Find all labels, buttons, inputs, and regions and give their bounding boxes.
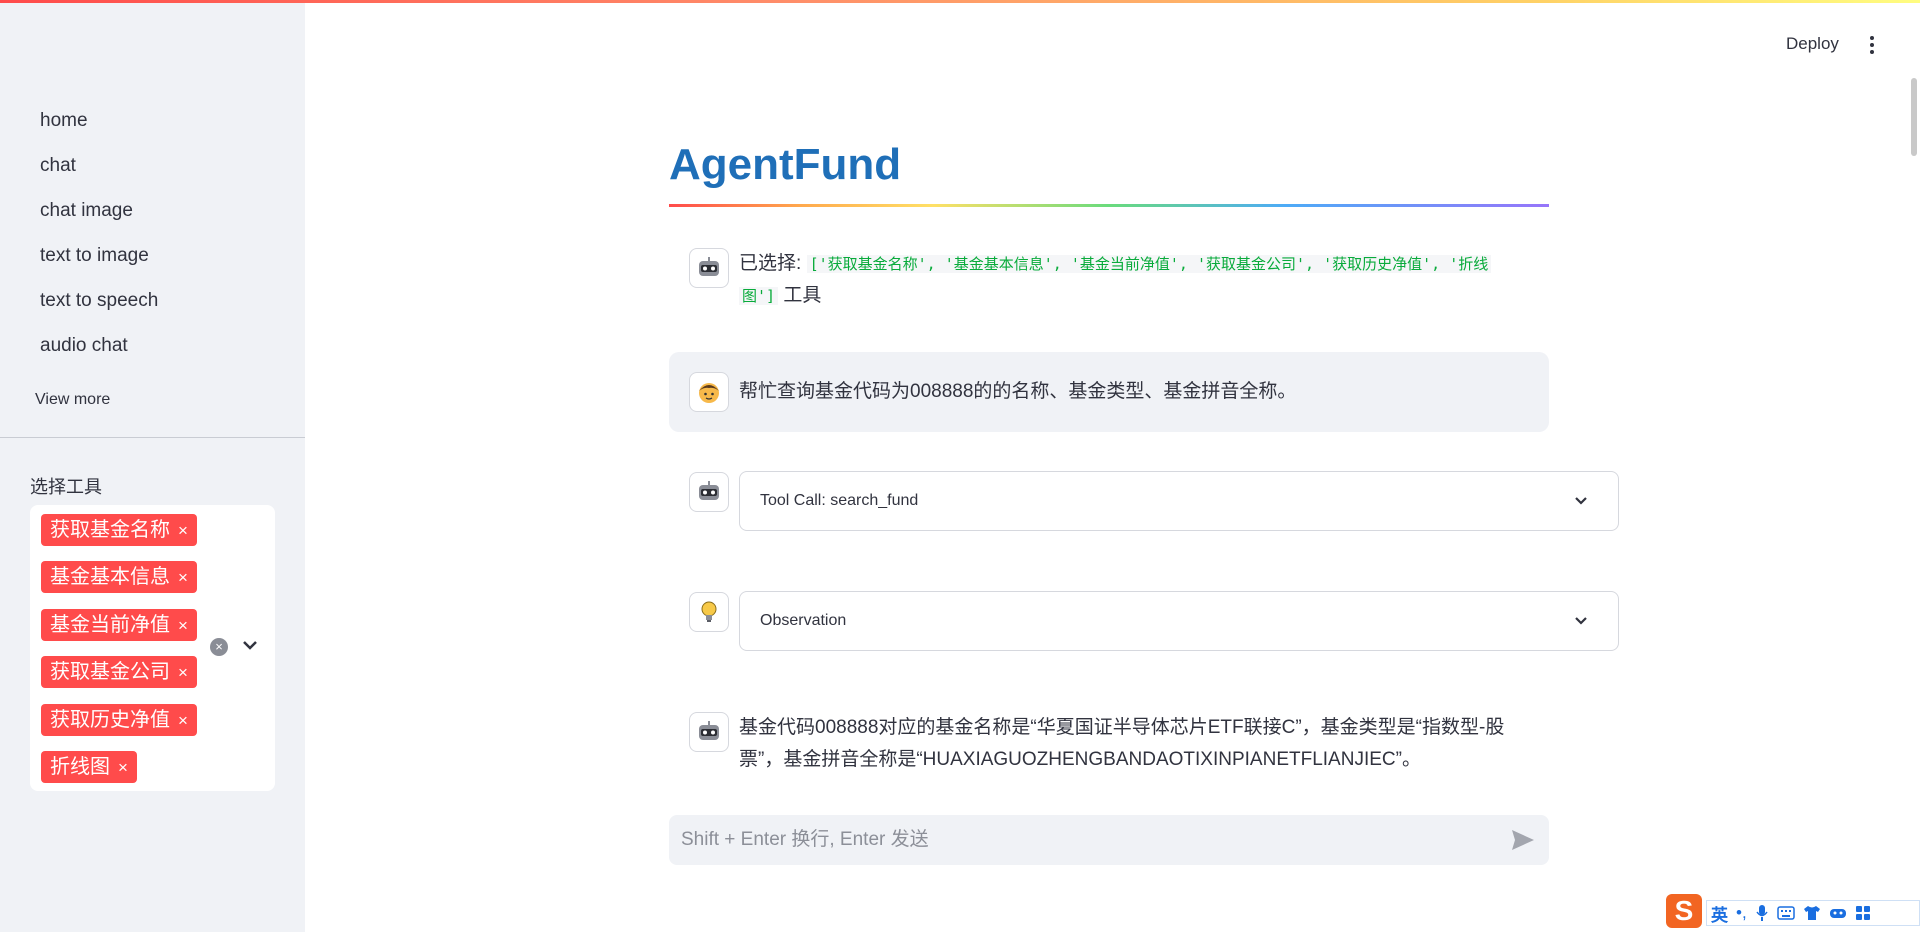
tool-tag: 基金基本信息 × — [41, 561, 197, 593]
microphone-icon[interactable] — [1755, 904, 1769, 922]
remove-tag-icon[interactable]: × — [178, 663, 188, 682]
remove-tag-icon[interactable]: × — [178, 711, 188, 730]
tools-select-label: 选择工具 — [30, 477, 102, 497]
assistant-answer-line2: 票”，基金拼音全称是“HUAXIAGUOZHENGBANDAOTIXINPIAN… — [739, 749, 1421, 770]
sidebar-item-chat[interactable]: chat — [40, 155, 76, 177]
robot-icon — [699, 721, 719, 740]
ime-punctuation-toggle[interactable]: •, — [1736, 903, 1747, 923]
chevron-down-icon — [1575, 497, 1587, 505]
bot-avatar — [689, 472, 729, 512]
assistant-answer-line1: 基金代码008888对应的基金名称是“华夏国证半导体芯片ETF联接C”，基金类型… — [739, 717, 1505, 738]
ime-toolbar: S 英 •, — [1662, 892, 1920, 932]
skin-shirt-icon[interactable] — [1803, 905, 1821, 921]
lightbulb-icon — [701, 601, 717, 622]
user-face-icon — [699, 383, 719, 403]
tool-tag-label: 获取历史净值 — [50, 709, 170, 731]
system-message-prefix: 已选择: — [739, 253, 802, 274]
sidebar-item-audio-chat[interactable]: audio chat — [40, 335, 128, 357]
tool-tag: 获取基金公司 × — [41, 656, 197, 688]
robot-icon — [699, 481, 719, 500]
tools-multiselect[interactable]: 获取基金名称 × 基金基本信息 × 基金当前净值 × 获取基金公司 × 获取历史净值 × … — [30, 505, 275, 791]
tool-call-label: Tool Call: search_fund — [760, 492, 919, 509]
sidebar-item-home[interactable]: home — [40, 110, 88, 132]
tool-tag: 获取基金名称 × — [41, 514, 197, 546]
emoji-gamepad-icon[interactable] — [1829, 905, 1847, 921]
more-options-icon[interactable] — [1862, 34, 1882, 58]
tool-tag: 折线图 × — [41, 751, 137, 783]
deploy-button[interactable]: Deploy — [1786, 34, 1839, 54]
remove-tag-icon[interactable]: × — [178, 616, 188, 635]
bot-avatar — [689, 712, 729, 752]
tool-call-expander[interactable]: Tool Call: search_fund — [739, 471, 1619, 531]
ime-mode-toggle[interactable]: 英 — [1711, 901, 1728, 926]
sidebar-item-chat-image[interactable]: chat image — [40, 200, 133, 222]
user-message: 帮忙查询基金代码为008888的的名称、基金类型、基金拼音全称。 — [739, 381, 1297, 402]
sidebar: home chat chat image text to image text … — [0, 3, 305, 932]
tool-tag-label: 折线图 — [50, 756, 110, 778]
tool-tag-label: 获取基金公司 — [50, 661, 170, 683]
sidebar-divider — [0, 437, 305, 438]
page-title: AgentFund — [669, 140, 902, 189]
remove-tag-icon[interactable]: × — [178, 568, 188, 587]
keyboard-icon[interactable] — [1776, 906, 1795, 920]
ime-status-bar: 英 •, — [1706, 900, 1920, 926]
robot-icon — [699, 257, 719, 276]
clear-all-icon[interactable]: × — [210, 638, 228, 656]
ime-logo-icon[interactable]: S — [1666, 894, 1702, 928]
send-icon[interactable] — [1510, 828, 1536, 852]
user-avatar — [689, 372, 729, 412]
observation-label: Observation — [760, 612, 847, 629]
toolbox-grid-icon[interactable] — [1855, 905, 1871, 921]
sidebar-item-text-to-image[interactable]: text to image — [40, 245, 149, 267]
bot-avatar — [689, 248, 729, 288]
tool-tag: 获取历史净值 × — [41, 704, 197, 736]
assistant-answer: 基金代码008888对应的基金名称是“华夏国证半导体芯片ETF联接C”，基金类型… — [739, 712, 1559, 776]
remove-tag-icon[interactable]: × — [118, 758, 128, 777]
chevron-down-icon — [1575, 617, 1587, 625]
tool-tag-label: 基金基本信息 — [50, 566, 170, 588]
system-message: 已选择: ['获取基金名称', '基金基本信息', '基金当前净值', '获取基… — [739, 248, 1539, 312]
tool-tag-label: 基金当前净值 — [50, 614, 170, 636]
observation-avatar — [689, 592, 729, 632]
observation-expander[interactable]: Observation — [739, 591, 1619, 651]
chevron-down-icon[interactable] — [240, 635, 260, 655]
view-more-link[interactable]: View more — [35, 391, 110, 409]
sidebar-item-text-to-speech[interactable]: text to speech — [40, 290, 158, 312]
selected-tools-code: ['获取基金名称', '基金基本信息', '基金当前净值', '获取基金公司',… — [806, 255, 1492, 273]
system-message-suffix: 工具 — [783, 285, 822, 306]
tool-tag-label: 获取基金名称 — [50, 519, 170, 541]
selected-tools-code-cont: 图'] — [739, 287, 779, 305]
chat-input[interactable] — [669, 815, 1549, 865]
tool-tag: 基金当前净值 × — [41, 609, 197, 641]
scrollbar[interactable] — [1911, 78, 1917, 156]
remove-tag-icon[interactable]: × — [178, 521, 188, 540]
title-rainbow-divider — [669, 204, 1549, 207]
